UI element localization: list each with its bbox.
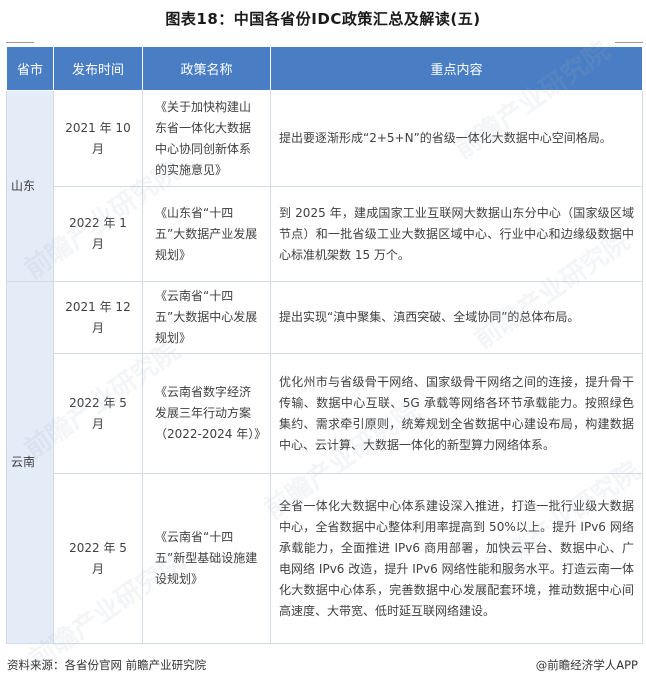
- table-row: 2022 年 5 月 《云南省“十四五”新型基础设施建设规划》 全省一体化大数据…: [7, 473, 643, 644]
- date-cell: 2022 年 5 月: [53, 473, 143, 644]
- title-divider-left: [6, 42, 34, 43]
- policy-cell: 《云南省“十四五”新型基础设施建设规划》: [142, 473, 271, 644]
- date-cell: 2021 年 10 月: [53, 90, 143, 187]
- province-cell-shandong: 山东: [6, 90, 54, 282]
- source-note: 资料来源：各省份官网 前瞻产业研究院: [7, 658, 207, 672]
- table-row: 2022 年 5 月 《云南省数字经济发展三年行动方案（2022-2024 年）…: [7, 353, 643, 474]
- header-province: 省市: [6, 46, 54, 91]
- header-content: 重点内容: [270, 46, 643, 91]
- policy-cell: 《关于加快构建山东省一体化大数据中心协同创新体系的实施意见》: [142, 90, 271, 187]
- policy-table: 省市 发布时间 政策名称 重点内容 山东 2021 年 10 月 《关于加快构建…: [6, 46, 643, 644]
- title-divider-right: [615, 42, 643, 43]
- chart-title: 图表18：中国各省份IDC政策汇总及解读(五): [165, 10, 481, 28]
- content-cell: 优化州市与省级骨干网络、国家级骨干网络之间的连接，提升骨干传输、数据中心互联、5…: [270, 353, 643, 474]
- date-cell: 2021 年 12 月: [53, 281, 143, 354]
- table-row: 云南 2021 年 12 月 《云南省“十四五”大数据中心发展规划》 提出实现“…: [6, 281, 643, 644]
- header-policy: 政策名称: [142, 46, 271, 91]
- province-cell-yunnan: 云南: [6, 281, 54, 644]
- date-cell: 2022 年 5 月: [53, 353, 143, 474]
- content-cell: 提出要逐渐形成“2+5+N”的省级一体化大数据中心空间格局。: [270, 90, 643, 187]
- date-cell: 2022 年 1 月: [53, 186, 143, 282]
- header-date: 发布时间: [53, 46, 143, 91]
- policy-cell: 《云南省“十四五”大数据中心发展规划》: [142, 281, 271, 354]
- content-cell: 全省一体化大数据中心体系建设深入推进，打造一批行业级大数据中心，全省数据中心整体…: [270, 473, 643, 644]
- policy-cell: 《山东省“十四五”大数据产业发展规划》: [142, 186, 271, 282]
- policy-cell: 《云南省数字经济发展三年行动方案（2022-2024 年）》: [142, 353, 271, 474]
- content-cell: 提出实现“滇中聚集、滇西突破、全域协同”的总体布局。: [270, 281, 643, 354]
- brand-note: @前瞻经济学人APP: [535, 658, 638, 672]
- content-cell: 到 2025 年，建成国家工业互联网大数据山东分中心（国家级区域节点）和一批省级…: [270, 186, 643, 282]
- table-row: 山东 2021 年 10 月 《关于加快构建山东省一体化大数据中心协同创新体系的…: [6, 90, 643, 282]
- table-row: 2022 年 1 月 《山东省“十四五”大数据产业发展规划》 到 2025 年，…: [7, 186, 643, 282]
- policy-table-container: 省市 发布时间 政策名称 重点内容 山东 2021 年 10 月 《关于加快构建…: [6, 46, 643, 644]
- table-header-row: 省市 发布时间 政策名称 重点内容: [6, 46, 643, 91]
